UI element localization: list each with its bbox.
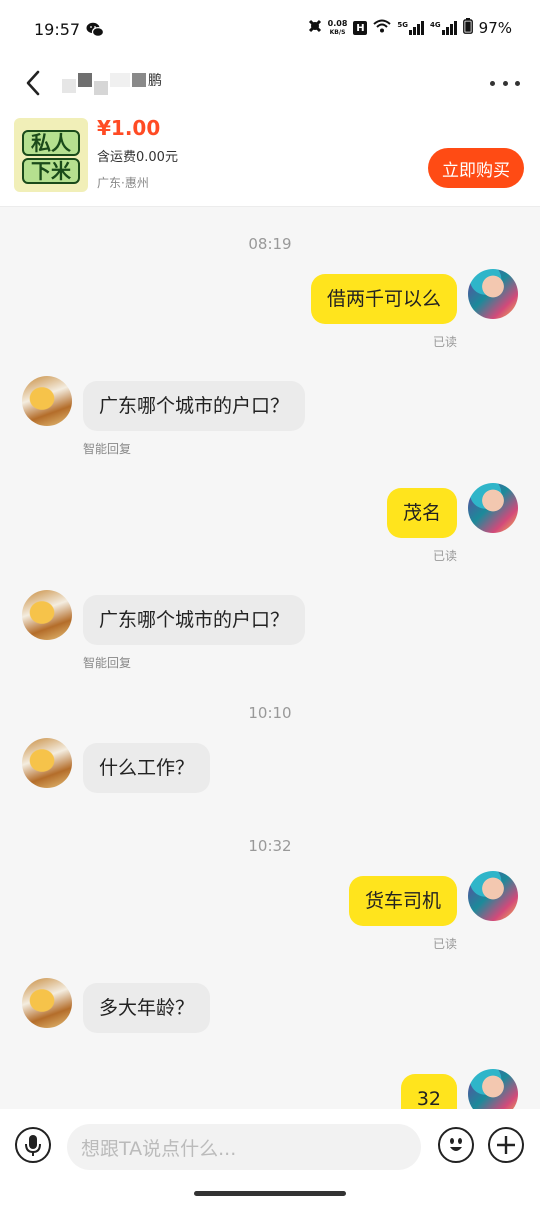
contact-name-suffix: 鹏 (148, 73, 162, 89)
product-card[interactable]: 私人 下米 ¥1.00 含运费0.00元 广东·惠州 立即购买 (0, 108, 540, 207)
self-avatar[interactable] (468, 871, 518, 921)
signal-5g-label: 5G (397, 21, 409, 29)
message-timestamp: 10:32 (248, 837, 292, 855)
dnd-icon (308, 19, 322, 37)
mosaic-block (132, 73, 146, 87)
microphone-icon (25, 1135, 41, 1156)
speed-value: 0.08 (327, 18, 348, 28)
message-bubble-other[interactable]: 广东哪个城市的户口？ (83, 381, 306, 431)
wechat-icon (86, 22, 105, 42)
signal-4g-icon: 4G (430, 21, 457, 35)
contact-name: 鹏 (62, 62, 162, 98)
product-price: ¥1.00 (97, 116, 161, 140)
network-speed: 0.08 KB/S (327, 18, 348, 37)
self-avatar[interactable] (468, 1069, 518, 1109)
message-bubble-self[interactable]: 借两千可以么 (310, 274, 457, 324)
voice-button[interactable] (15, 1127, 51, 1163)
signal-4g-label: 4G (430, 21, 441, 29)
other-avatar[interactable] (22, 738, 72, 788)
mosaic-block (110, 73, 130, 87)
emoji-icon (450, 1138, 462, 1151)
speed-unit: KB/S (329, 28, 346, 36)
thumb-line-1: 私人 (22, 130, 80, 156)
message-timestamp: 08:19 (248, 235, 292, 253)
message-bubble-self[interactable]: 茂名 (386, 488, 457, 538)
plus-icon (497, 1136, 515, 1154)
emoji-button[interactable] (438, 1127, 474, 1163)
chat-messages[interactable]: 08:19 借两千可以么 已读 广东哪个城市的户口？ 智能回复 茂名 已读 广东… (0, 207, 540, 1109)
status-time: 19:57 (34, 20, 81, 39)
other-avatar[interactable] (22, 376, 72, 426)
status-bar: 19:57 0.08 KB/S H 5G 4G 97% (0, 0, 540, 58)
thumb-line-2: 下米 (22, 158, 80, 184)
product-location: 广东·惠州 (97, 176, 149, 190)
smart-reply-label: 智能回复 (83, 442, 132, 456)
message-timestamp: 10:10 (248, 704, 292, 722)
other-avatar[interactable] (22, 978, 72, 1028)
chevron-left-icon (26, 70, 40, 96)
more-button[interactable] (490, 68, 520, 98)
message-bubble-other[interactable]: 广东哪个城市的户口？ (83, 595, 306, 645)
smart-reply-label: 智能回复 (83, 656, 132, 670)
message-bubble-self[interactable]: 32 (400, 1074, 457, 1109)
more-dots-icon (515, 80, 520, 86)
plus-button[interactable] (488, 1127, 524, 1163)
message-bubble-other[interactable]: 多大年龄？ (83, 983, 211, 1033)
other-avatar[interactable] (22, 590, 72, 640)
message-bubble-other[interactable]: 什么工作？ (83, 743, 211, 793)
wifi-icon (373, 19, 392, 37)
battery-percent: 97% (478, 19, 512, 37)
hd-badge: H (353, 21, 368, 35)
more-dots-icon (502, 80, 508, 86)
self-avatar[interactable] (468, 269, 518, 319)
read-receipt: 已读 (432, 937, 457, 951)
message-input[interactable]: 想跟TA说点什么... (67, 1124, 421, 1170)
status-indicators: 0.08 KB/S H 5G 4G 97% (308, 18, 512, 38)
read-receipt: 已读 (432, 549, 457, 563)
thumbnail-text: 私人 下米 (22, 130, 80, 186)
buy-now-button[interactable]: 立即购买 (428, 148, 524, 188)
more-dots-icon (490, 80, 495, 86)
message-bubble-self[interactable]: 货车司机 (348, 876, 457, 926)
chat-header: 鹏 (0, 58, 540, 108)
home-indicator[interactable] (194, 1191, 346, 1196)
shipping-fee: 含运费0.00元 (97, 150, 178, 165)
battery-icon (462, 18, 473, 38)
read-receipt: 已读 (432, 335, 457, 349)
back-button[interactable] (20, 66, 50, 100)
self-avatar[interactable] (468, 483, 518, 533)
mosaic-block (78, 73, 92, 87)
mosaic-block (94, 81, 108, 95)
mosaic-block (62, 79, 76, 93)
product-thumbnail[interactable]: 私人 下米 (14, 118, 88, 192)
signal-5g-icon: 5G (397, 21, 425, 35)
